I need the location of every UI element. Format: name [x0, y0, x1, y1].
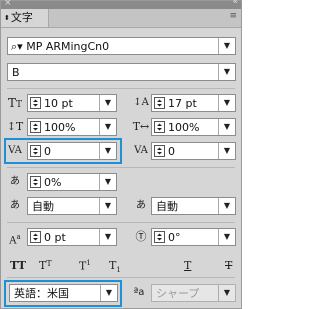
chevron-down-icon[interactable]: ▼ — [100, 285, 117, 301]
aki-right-value: 自動 — [156, 200, 178, 213]
chevron-down-icon[interactable]: ▼ — [218, 95, 235, 111]
stepper-icon[interactable] — [154, 231, 165, 243]
font-style-value: B — [12, 66, 20, 79]
font-size-field[interactable]: 10 pt ▼ — [27, 94, 117, 112]
chevron-down-icon[interactable]: ▼ — [218, 198, 235, 214]
aki-left-value: 自動 — [32, 200, 54, 213]
leading-icon: ↕A — [133, 97, 149, 108]
chevron-down-icon[interactable]: ▼ — [218, 143, 235, 159]
font-family-dropdown[interactable]: ⌕▾ MP ARMingCn0 ▼ — [7, 37, 236, 55]
anti-aliasing-value: シャープ — [156, 287, 200, 300]
tsume-icon: あ — [10, 176, 20, 187]
chevron-down-icon[interactable]: ▼ — [99, 229, 116, 245]
language-dropdown[interactable]: 英語：米国 ▼ — [9, 284, 118, 302]
tracking-field[interactable]: 0 ▼ — [151, 142, 236, 160]
anti-aliasing-icon: ªa — [133, 287, 145, 298]
tracking-value: 0 — [168, 145, 175, 158]
tab-label: 文字 — [10, 11, 33, 24]
tab-character[interactable]: ⬍文字 — [1, 9, 49, 27]
aki-left-icon: あ — [10, 200, 20, 211]
stepper-icon[interactable] — [30, 231, 41, 243]
chevron-down-icon[interactable]: ▼ — [99, 198, 116, 214]
divider — [7, 88, 235, 89]
small-caps-icon[interactable]: TT — [39, 259, 52, 272]
vertical-scale-field[interactable]: 100% ▼ — [27, 118, 117, 136]
leading-field[interactable]: 17 pt ▼ — [151, 94, 236, 112]
rotation-field[interactable]: 0° ▼ — [151, 228, 236, 246]
close-icon[interactable]: × — [4, 0, 12, 8]
stepper-icon[interactable] — [30, 121, 41, 133]
collapse-icon[interactable]: « — [232, 0, 238, 7]
stepper-icon[interactable] — [154, 145, 165, 157]
font-size-value: 10 pt — [44, 97, 73, 110]
aki-right-icon: あ — [136, 200, 146, 211]
font-style-dropdown[interactable]: B ▼ — [7, 63, 236, 81]
type-style-row: TT TT T1 T1 T T — [1, 259, 241, 274]
superscript-icon[interactable]: T1 — [79, 259, 91, 273]
divider — [7, 167, 235, 168]
chevron-down-icon[interactable]: ▼ — [99, 143, 116, 159]
aki-left-dropdown[interactable]: 自動 ▼ — [27, 197, 117, 215]
kerning-value: 0 — [44, 145, 51, 158]
leading-value: 17 pt — [168, 97, 197, 110]
all-caps-icon[interactable]: TT — [10, 259, 26, 272]
stepper-icon[interactable] — [30, 97, 41, 109]
vertical-scale-icon: ↕T — [6, 120, 24, 133]
chevron-down-icon[interactable]: ▼ — [99, 95, 116, 111]
panel-menu-icon[interactable]: ≡ — [229, 11, 237, 21]
baseline-shift-field[interactable]: 0 pt ▼ — [27, 228, 117, 246]
tracking-icon: VA — [134, 145, 148, 156]
chevron-down-icon[interactable]: ▼ — [218, 38, 235, 54]
underline-icon[interactable]: T — [184, 259, 191, 272]
baseline-shift-icon: Aa — [9, 233, 21, 247]
chevron-down-icon[interactable]: ▼ — [218, 229, 235, 245]
baseline-shift-value: 0 pt — [44, 231, 66, 244]
tsume-value: 0% — [44, 176, 62, 189]
chevron-down-icon[interactable]: ▼ — [99, 174, 116, 190]
divider — [7, 277, 235, 278]
font-size-icon: TT — [7, 96, 23, 110]
strikethrough-icon[interactable]: T — [225, 259, 232, 272]
rotation-value: 0° — [168, 231, 181, 244]
chevron-down-icon[interactable]: ▼ — [218, 285, 235, 301]
subscript-icon[interactable]: T1 — [109, 259, 121, 274]
character-panel: × « ⬍文字 ≡ ⌕▾ MP ARMingCn0 ▼ B ▼ TT 10 pt… — [0, 0, 242, 309]
horizontal-scale-field[interactable]: 100% ▼ — [151, 118, 236, 136]
chevron-down-icon[interactable]: ▼ — [99, 119, 116, 135]
tsume-field[interactable]: 0% ▼ — [27, 173, 117, 191]
kerning-field[interactable]: 0 ▼ — [27, 142, 117, 160]
tab-toggle-icon[interactable]: ⬍ — [4, 14, 10, 22]
font-family-value: MP ARMingCn0 — [26, 40, 110, 53]
kerning-icon: VA — [8, 145, 22, 156]
stepper-icon[interactable] — [30, 176, 41, 188]
vertical-scale-value: 100% — [44, 121, 76, 134]
horizontal-scale-value: 100% — [168, 121, 200, 134]
stepper-icon[interactable] — [154, 121, 165, 133]
aki-right-dropdown[interactable]: 自動 ▼ — [151, 197, 236, 215]
horizontal-scale-icon: T↔ — [132, 120, 150, 133]
language-value: 英語：米国 — [14, 287, 69, 300]
rotation-icon: Ⓣ — [135, 230, 147, 243]
stepper-icon[interactable] — [154, 97, 165, 109]
chevron-down-icon[interactable]: ▼ — [218, 119, 235, 135]
divider — [7, 222, 235, 223]
panel-title-bar: × « — [1, 0, 241, 9]
stepper-icon[interactable] — [30, 145, 41, 157]
chevron-down-icon[interactable]: ▼ — [218, 64, 235, 80]
anti-aliasing-dropdown[interactable]: シャープ ▼ — [151, 284, 236, 302]
panel-tab-row: ⬍文字 ≡ — [1, 9, 241, 28]
search-icon: ⌕ — [11, 40, 18, 53]
